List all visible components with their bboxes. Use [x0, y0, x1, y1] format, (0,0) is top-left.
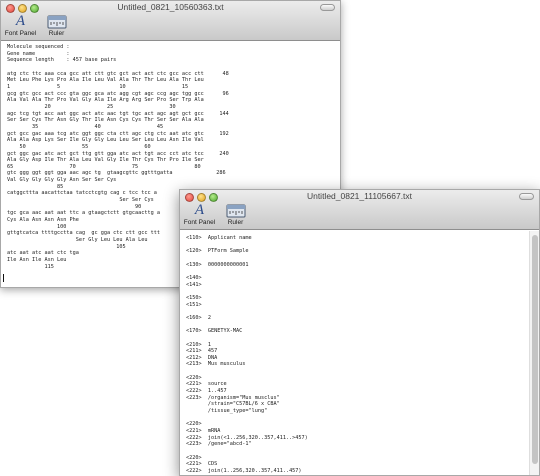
font-panel-label: Font Panel	[183, 219, 216, 226]
toolbar-toggle-button[interactable]	[320, 4, 335, 11]
font-panel-label: Font Panel	[4, 30, 37, 37]
document-text[interactable]: <110> Applicant name <120> PTForm Sample…	[180, 231, 529, 475]
font-panel-button[interactable]: A Font Panel	[183, 202, 216, 227]
toolbar: A Font Panel Ruler	[180, 202, 252, 227]
toolbar: A Font Panel Ruler	[1, 13, 73, 38]
window-title: Untitled_0821_10560363.txt	[117, 2, 224, 12]
title-bar[interactable]: Untitled_0821_11105667.txt A Font Panel	[180, 190, 539, 230]
ruler-icon	[219, 202, 252, 219]
ruler-icon	[40, 13, 73, 30]
ruler-label: Ruler	[227, 219, 244, 226]
scrollbar-thumb[interactable]	[532, 235, 538, 464]
text-area[interactable]: <110> Applicant name <120> PTForm Sample…	[180, 231, 539, 475]
vertical-scrollbar[interactable]	[529, 231, 539, 475]
text-editor-window-front[interactable]: Untitled_0821_11105667.txt A Font Panel	[179, 189, 540, 476]
font-icon: A	[15, 13, 26, 29]
ruler-button[interactable]: Ruler	[219, 202, 252, 227]
text-cursor	[3, 274, 4, 282]
ruler-label: Ruler	[48, 30, 65, 37]
font-panel-button[interactable]: A Font Panel	[4, 13, 37, 38]
font-icon: A	[194, 202, 205, 218]
title-bar[interactable]: Untitled_0821_10560363.txt A Font Panel	[1, 1, 340, 41]
toolbar-toggle-button[interactable]	[519, 193, 534, 200]
ruler-button[interactable]: Ruler	[40, 13, 73, 38]
window-title: Untitled_0821_11105667.txt	[306, 191, 413, 201]
